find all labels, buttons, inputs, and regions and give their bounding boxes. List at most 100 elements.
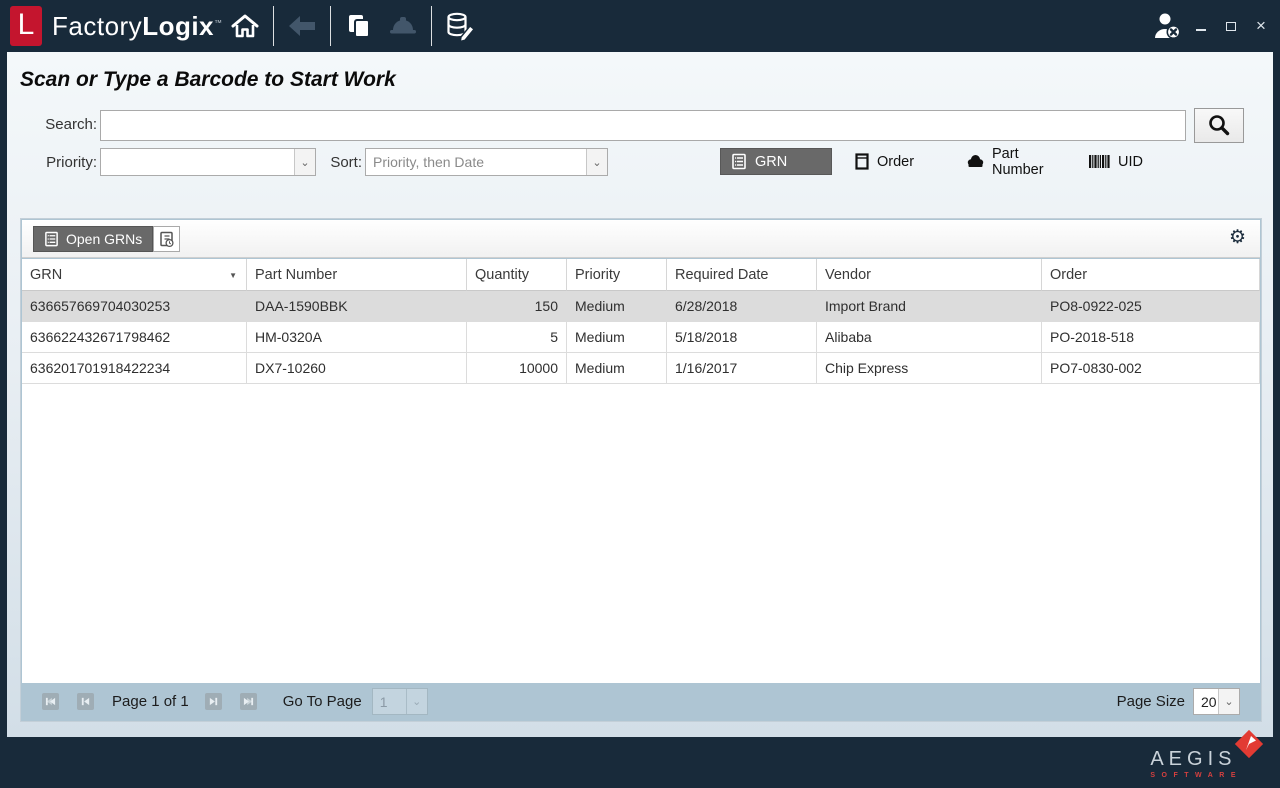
cell-order: PO8-0922-025 (1042, 291, 1260, 322)
priority-select[interactable]: ⌄ (100, 148, 316, 176)
cell-order: PO-2018-518 (1042, 322, 1260, 353)
part-number-icon (967, 154, 984, 169)
close-button[interactable]: × (1250, 15, 1272, 37)
toolbar-divider (330, 6, 331, 46)
grn-clock-icon (159, 231, 175, 248)
column-header-required-date[interactable]: Required Date (667, 259, 817, 291)
column-header-quantity[interactable]: Quantity (467, 259, 567, 291)
page-size-select[interactable]: 20 ⌄ (1193, 688, 1240, 715)
mode-button-grn[interactable]: GRN (720, 148, 832, 175)
toolbar-divider (273, 6, 274, 46)
column-header-label: Part Number (255, 267, 337, 283)
chevron-down-icon: ⌄ (406, 689, 427, 714)
cell-priority: Medium (567, 322, 667, 353)
footer-bar: AEGIS SOFTWARE (0, 737, 1280, 788)
last-page-button[interactable] (240, 693, 257, 710)
chevron-down-icon: ⌄ (586, 149, 607, 175)
mode-label: GRN (755, 154, 787, 170)
gear-icon[interactable]: ⚙ (1229, 226, 1246, 249)
page-size-label: Page Size (1117, 693, 1185, 710)
mode-button-part-number[interactable]: Part Number (957, 148, 1072, 175)
cell-order: PO7-0830-002 (1042, 353, 1260, 384)
database-edit-icon[interactable] (438, 4, 482, 48)
table-row[interactable]: 636657669704030253DAA-1590BBK150Medium6/… (22, 291, 1260, 322)
table-header-row: GRN ▼ Part Number Quantity Priority Required … (22, 259, 1260, 291)
grn-history-button[interactable] (153, 226, 180, 252)
cell-grn: 636201701918422234 (22, 353, 247, 384)
panel-toolbar: Open GRNs ⚙ (22, 220, 1260, 258)
column-header-part-number[interactable]: Part Number (247, 259, 467, 291)
sort-label: Sort: (324, 154, 362, 171)
goto-page-label: Go To Page (283, 693, 362, 710)
toolbar-divider (431, 6, 432, 46)
aegis-diamond-icon (1232, 727, 1266, 766)
main-content: Scan or Type a Barcode to Start Work Sea… (7, 52, 1273, 737)
grn-table: GRN ▼ Part Number Quantity Priority Required … (22, 259, 1260, 683)
column-header-vendor[interactable]: Vendor (817, 259, 1042, 291)
cell-grn: 636622432671798462 (22, 322, 247, 353)
aegis-name: AEGIS (1150, 748, 1242, 771)
column-header-label: Order (1050, 267, 1087, 283)
chevron-down-icon: ⌄ (294, 149, 315, 175)
cell-quantity: 150 (467, 291, 567, 322)
grn-list-icon (44, 231, 59, 247)
home-icon[interactable] (223, 4, 267, 48)
cell-vendor: Chip Express (817, 353, 1042, 384)
cell-required-date: 6/28/2018 (667, 291, 817, 322)
mode-label: UID (1118, 154, 1143, 170)
search-input[interactable] (100, 110, 1186, 141)
cell-part-number: DAA-1590BBK (247, 291, 467, 322)
sort-select[interactable]: Priority, then Date ⌄ (365, 148, 608, 176)
mode-button-order[interactable]: Order (845, 148, 925, 175)
priority-label: Priority: (20, 154, 97, 171)
previous-page-button[interactable] (77, 693, 94, 710)
mode-label: Part Number (992, 146, 1062, 178)
grn-list-icon (731, 153, 747, 170)
chevron-down-icon: ⌄ (1218, 689, 1239, 714)
cell-part-number: HM-0320A (247, 322, 467, 353)
aegis-software-label: SOFTWARE (1150, 772, 1242, 779)
brand-title: FactoryLogix™ (52, 11, 223, 42)
cell-vendor: Alibaba (817, 322, 1042, 353)
first-page-button[interactable] (42, 693, 59, 710)
sort-descending-icon: ▼ (229, 271, 237, 280)
mode-label: Order (877, 154, 914, 170)
pagination-bar: Page 1 of 1 Go To Page 1 ⌄ Page Size 20 … (22, 683, 1260, 720)
minimize-button[interactable] (1190, 15, 1212, 37)
page-indicator: Page 1 of 1 (112, 693, 189, 710)
search-button[interactable] (1194, 108, 1244, 143)
column-header-order[interactable]: Order (1042, 259, 1260, 291)
copy-pages-icon[interactable] (337, 4, 381, 48)
factorylogix-logo: L (10, 6, 42, 46)
cell-vendor: Import Brand (817, 291, 1042, 322)
page-title: Scan or Type a Barcode to Start Work (20, 68, 396, 92)
mode-button-uid[interactable]: UID (1079, 148, 1141, 175)
top-bar: L FactoryLogix™ (0, 0, 1280, 52)
uid-barcode-icon (1089, 155, 1110, 168)
next-page-button[interactable] (205, 693, 222, 710)
table-row[interactable]: 636622432671798462HM-0320A5Medium5/18/20… (22, 322, 1260, 353)
maximize-button[interactable] (1220, 15, 1242, 37)
column-header-label: GRN (30, 267, 62, 283)
column-header-grn[interactable]: GRN ▼ (22, 259, 247, 291)
open-grns-button[interactable]: Open GRNs (33, 226, 153, 252)
aegis-logo: AEGIS SOFTWARE (1150, 748, 1242, 779)
column-header-priority[interactable]: Priority (567, 259, 667, 291)
cell-priority: Medium (567, 353, 667, 384)
search-label: Search: (20, 116, 97, 133)
cell-quantity: 5 (467, 322, 567, 353)
column-header-label: Priority (575, 267, 620, 283)
cell-quantity: 10000 (467, 353, 567, 384)
grn-panel: Open GRNs ⚙ GRN ▼ Part Number Quantity Prior… (20, 218, 1262, 722)
order-document-icon (855, 153, 869, 170)
cell-priority: Medium (567, 291, 667, 322)
hardhat-icon (381, 4, 425, 48)
column-header-label: Vendor (825, 267, 871, 283)
user-logout-icon[interactable] (1146, 4, 1190, 48)
cell-part-number: DX7-10260 (247, 353, 467, 384)
cell-required-date: 1/16/2017 (667, 353, 817, 384)
table-row[interactable]: 636201701918422234DX7-1026010000Medium1/… (22, 353, 1260, 384)
open-grns-label: Open GRNs (66, 231, 142, 247)
column-header-label: Quantity (475, 267, 529, 283)
search-icon (1206, 113, 1232, 139)
